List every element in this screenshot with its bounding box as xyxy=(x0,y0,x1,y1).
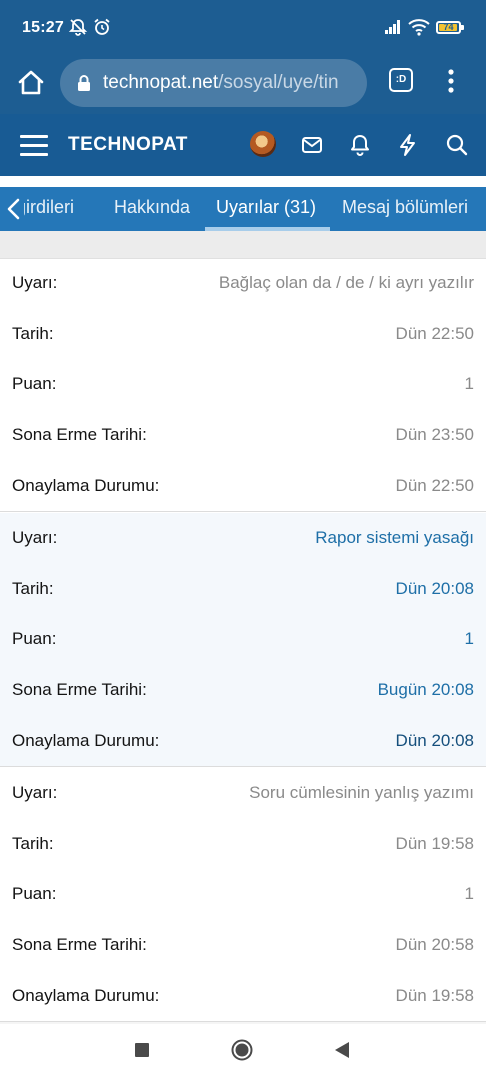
tab-mesaj-bolumleri[interactable]: Mesaj bölümleri xyxy=(342,197,468,218)
warning-approval-row: Onaylama Durumu: Dün 19:58 xyxy=(0,971,486,1021)
warning-approval-row: Onaylama Durumu: Dün 22:50 xyxy=(0,461,486,511)
system-nav-bar xyxy=(0,1024,486,1080)
warning-points-row: Puan: 1 xyxy=(0,614,486,664)
field-value: Dün 19:58 xyxy=(395,834,474,853)
field-label: Onaylama Durumu: xyxy=(12,731,160,750)
search-icon[interactable] xyxy=(445,133,469,157)
field-label: Puan: xyxy=(12,884,57,903)
home-icon[interactable] xyxy=(14,66,48,100)
url-path: /sosyal/uye/tin xyxy=(218,72,339,93)
field-value: 1 xyxy=(464,629,474,648)
field-label: Puan: xyxy=(12,629,57,648)
tab-girdileri[interactable]: girdileri xyxy=(24,197,94,218)
field-label: Onaylama Durumu: xyxy=(12,476,160,495)
address-bar[interactable]: technopat.net/sosyal/uye/tin xyxy=(60,59,367,107)
chevron-left-icon[interactable] xyxy=(4,197,24,221)
warning-date-row: Tarih: Dün 20:08 xyxy=(0,564,486,614)
home-circle-icon[interactable] xyxy=(231,1039,253,1061)
recents-icon[interactable] xyxy=(135,1043,149,1057)
warning-reason-link[interactable]: Bağlaç olan da / de / ki ayrı yazılır xyxy=(219,273,474,293)
field-label: Uyarı: xyxy=(12,273,58,292)
warning-approval-row: Onaylama Durumu: Dün 20:08 xyxy=(0,716,486,766)
warning-expiry-row: Sona Erme Tarihi: Bugün 20:08 xyxy=(0,665,486,715)
field-label: Puan: xyxy=(12,374,57,393)
tab-hakkinda[interactable]: Hakkında xyxy=(114,197,190,218)
warning-reason-link[interactable]: Soru cümlesinin yanlış yazımı xyxy=(249,783,474,803)
back-triangle-icon[interactable] xyxy=(334,1041,350,1059)
browser-toolbar: technopat.net/sosyal/uye/tin :D xyxy=(0,56,486,114)
warning-date-row: Tarih: Dün 22:50 xyxy=(0,309,486,359)
field-value: Dün 23:50 xyxy=(395,425,474,444)
bell-icon[interactable] xyxy=(348,133,372,157)
warning-reason-row: Uyarı: Bağlaç olan da / de / ki ayrı yaz… xyxy=(0,258,486,308)
field-label: Sona Erme Tarihi: xyxy=(12,935,147,954)
overflow-menu-icon[interactable] xyxy=(443,66,459,98)
url-host: technopat.net xyxy=(103,72,219,93)
warning-expiry-row: Sona Erme Tarihi: Dün 20:58 xyxy=(0,920,486,970)
hamburger-menu-icon[interactable] xyxy=(20,133,48,157)
tab-uyarilar[interactable]: Uyarılar (31) xyxy=(216,197,316,218)
battery-level: 74 xyxy=(443,22,454,32)
field-label: Tarih: xyxy=(12,324,54,343)
wifi-icon xyxy=(408,17,430,42)
mute-icon xyxy=(68,17,88,42)
section-divider xyxy=(0,231,486,259)
field-value: 1 xyxy=(464,884,474,903)
field-label: Tarih: xyxy=(12,834,54,853)
warning-entry: Uyarı: Soru cümlesinin yanlış yazımı Tar… xyxy=(0,768,486,1022)
status-time: 15:27 xyxy=(22,19,64,36)
warning-date-row: Tarih: Dün 19:58 xyxy=(0,819,486,869)
field-value: Dün 20:08 xyxy=(395,731,474,750)
profile-tabs: girdileri Hakkında Uyarılar (31) Mesaj b… xyxy=(0,187,486,231)
warning-reason-row: Uyarı: Rapor sistemi yasağı xyxy=(0,513,486,563)
field-value: Bugün 20:08 xyxy=(377,680,474,699)
field-value: Dün 20:08 xyxy=(395,579,474,598)
field-label: Onaylama Durumu: xyxy=(12,986,160,1005)
field-label: Sona Erme Tarihi: xyxy=(12,425,147,444)
warning-entry: Uyarı: Bağlaç olan da / de / ki ayrı yaz… xyxy=(0,258,486,512)
tab-switcher-button[interactable]: :D xyxy=(389,68,413,92)
field-value: Dün 22:50 xyxy=(395,476,474,495)
warning-points-row: Puan: 1 xyxy=(0,869,486,919)
warning-reason-link[interactable]: Rapor sistemi yasağı xyxy=(315,528,474,548)
field-label: Tarih: xyxy=(12,579,54,598)
battery-icon: 74 xyxy=(436,21,461,34)
warning-points-row: Puan: 1 xyxy=(0,359,486,409)
mail-icon[interactable] xyxy=(300,133,324,157)
field-value: Dün 22:50 xyxy=(395,324,474,343)
warning-expiry-row: Sona Erme Tarihi: Dün 23:50 xyxy=(0,410,486,460)
site-header: TECHNOPAT xyxy=(0,114,486,176)
lock-icon xyxy=(76,74,92,97)
avatar[interactable] xyxy=(250,131,276,157)
field-label: Uyarı: xyxy=(12,528,58,547)
field-value: Dün 20:58 xyxy=(395,935,474,954)
warning-entry: Uyarı: Rapor sistemi yasağı Tarih: Dün 2… xyxy=(0,513,486,767)
warning-reason-row: Uyarı: Soru cümlesinin yanlış yazımı xyxy=(0,768,486,818)
lightning-icon[interactable] xyxy=(396,133,420,157)
alarm-icon xyxy=(92,17,112,42)
field-value: 1 xyxy=(464,374,474,393)
signal-icon xyxy=(383,17,403,42)
field-label: Uyarı: xyxy=(12,783,58,802)
site-logo[interactable]: TECHNOPAT xyxy=(68,134,188,156)
field-value: Dün 19:58 xyxy=(395,986,474,1005)
field-label: Sona Erme Tarihi: xyxy=(12,680,147,699)
url-text: technopat.net/sosyal/uye/tin xyxy=(103,72,339,94)
status-bar: 15:27 74 xyxy=(0,0,486,56)
